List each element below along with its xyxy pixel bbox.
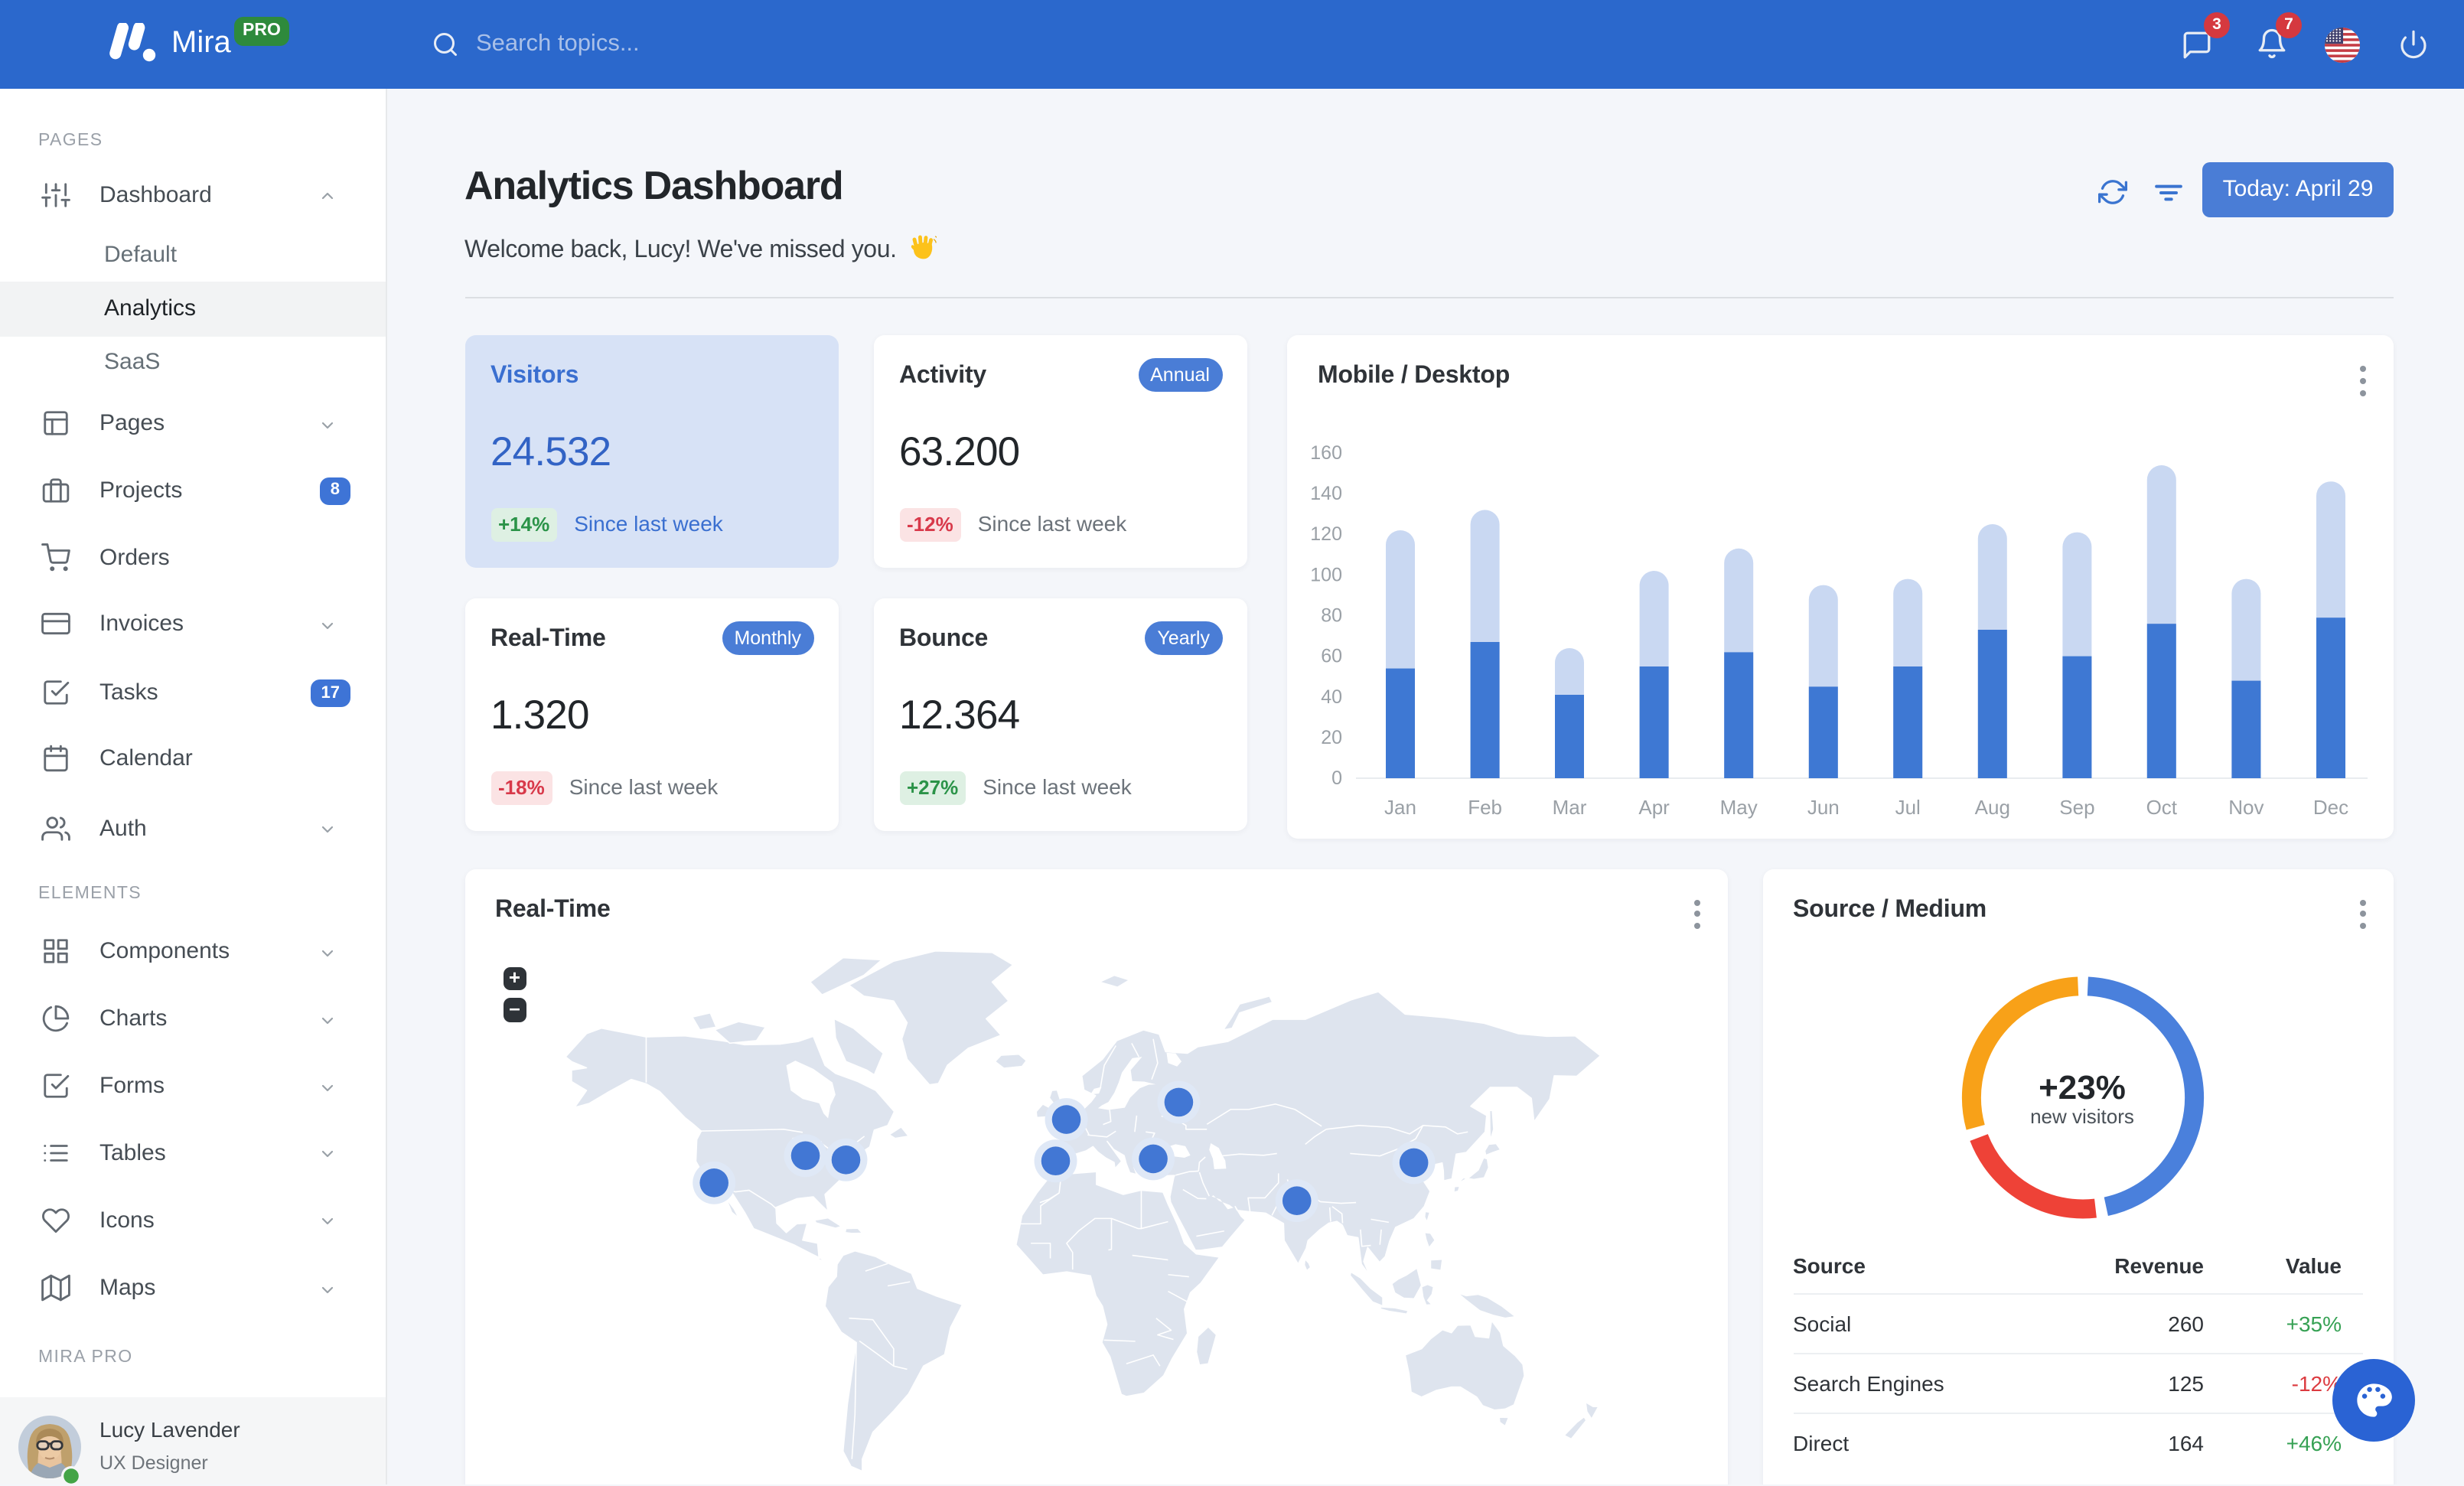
svg-text:Apr: Apr: [1638, 796, 1670, 819]
svg-text:Jun: Jun: [1807, 796, 1840, 819]
svg-text:60: 60: [1321, 646, 1342, 667]
svg-text:140: 140: [1310, 483, 1342, 504]
svg-text:Dec: Dec: [2313, 796, 2348, 819]
svg-text:Mar: Mar: [1553, 796, 1587, 819]
svg-text:Feb: Feb: [1468, 796, 1502, 819]
svg-text:Jan: Jan: [1384, 796, 1416, 819]
svg-text:Jul: Jul: [1895, 796, 1921, 819]
svg-text:Sep: Sep: [2059, 796, 2094, 819]
svg-text:May: May: [1720, 796, 1758, 819]
svg-text:0: 0: [1331, 767, 1342, 789]
svg-text:160: 160: [1310, 442, 1342, 464]
svg-text:Oct: Oct: [2146, 796, 2178, 819]
svg-text:20: 20: [1321, 727, 1342, 748]
svg-text:Aug: Aug: [1975, 796, 2010, 819]
svg-text:40: 40: [1321, 686, 1342, 708]
svg-text:80: 80: [1321, 605, 1342, 627]
svg-text:100: 100: [1310, 564, 1342, 585]
svg-text:Nov: Nov: [2228, 796, 2264, 819]
svg-text:120: 120: [1310, 523, 1342, 545]
